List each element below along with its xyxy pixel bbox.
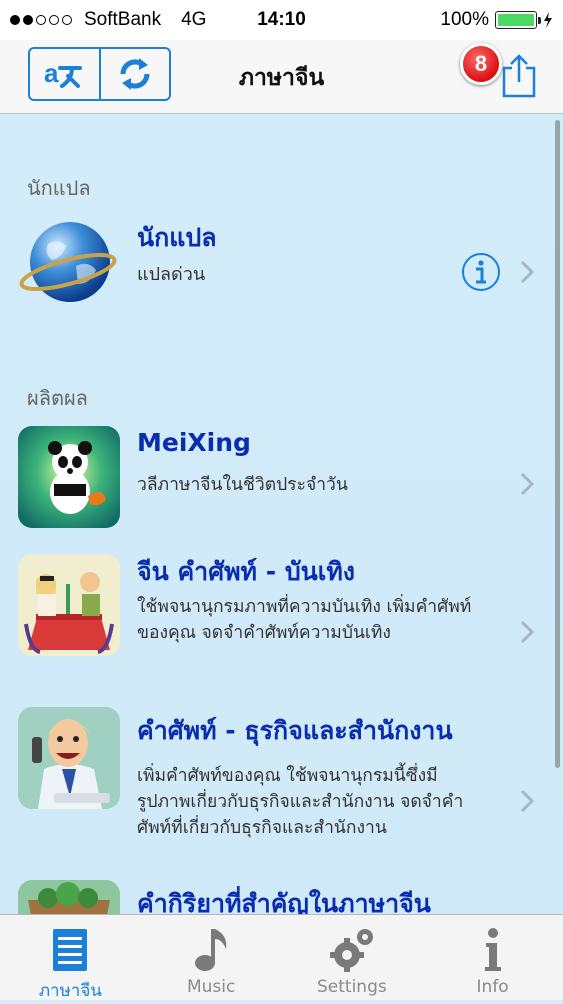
product-row-entertainment[interactable]: จีน คำศัพท์ - บันเทิง ใช้พจนานุกรมภาพที่…: [0, 542, 563, 682]
status-bar: SoftBank 4G 14:10 100%: [0, 0, 563, 40]
gear-icon: [329, 929, 373, 972]
section-header-products: ผลิตผล: [27, 386, 88, 410]
battery-percent: 100%: [440, 9, 489, 30]
plants-app-icon: [18, 880, 120, 914]
product-title: MeiXing: [137, 428, 251, 457]
restaurant-app-icon: [18, 554, 120, 656]
product-description: ใช้พจนานุกรมภาพที่ความบันเทิง เพิ่มคำศัพ…: [137, 597, 472, 643]
translator-subtitle: แปลด่วน: [137, 264, 206, 285]
info-button-icon[interactable]: [461, 252, 501, 292]
product-title: จีน คำศัพท์ - บันเทิง: [137, 557, 356, 586]
tab-music[interactable]: Music: [141, 915, 282, 1000]
notification-badge: 8: [460, 43, 502, 85]
tab-label: Info: [476, 977, 509, 997]
battery-icon: [495, 11, 541, 29]
section-header-translator: นักแปล: [27, 176, 91, 200]
music-note-icon: [195, 929, 227, 971]
product-description: วลีภาษาจีนในชีวิตประจำวัน: [137, 475, 348, 495]
list-icon: [53, 929, 88, 971]
tab-info[interactable]: Info: [422, 915, 563, 1000]
product-description: เพิ่มคำศัพท์ของคุณ ใช้พจนานุกรมนี้ซึ่งมี…: [137, 766, 464, 838]
share-icon[interactable]: [498, 50, 540, 100]
content-list[interactable]: นักแปล นักแปล แปลด่วน ผลิตผล MeiXing วลี…: [0, 114, 563, 914]
globe-icon: [19, 222, 117, 302]
navigation-bar: a ภาษาจีน 8: [0, 40, 563, 114]
product-row-verbs[interactable]: คำกิริยาที่สำคัญในภาษาจีน: [0, 874, 563, 914]
product-title: คำศัพท์ - ธุรกิจและสำนักงาน: [137, 716, 453, 745]
chevron-right-icon: [520, 620, 534, 644]
chevron-right-icon: [520, 789, 534, 813]
office-app-icon: [18, 707, 120, 809]
product-row-meixing[interactable]: MeiXing วลีภาษาจีนในชีวิตประจำวัน: [0, 414, 563, 534]
chevron-right-icon: [520, 472, 534, 496]
translator-row[interactable]: นักแปล แปลด่วน: [0, 206, 563, 326]
tab-settings[interactable]: Settings: [282, 915, 423, 1000]
tab-label: Settings: [317, 977, 387, 997]
product-title: คำกิริยาที่สำคัญในภาษาจีน: [137, 889, 431, 914]
charging-bolt-icon: [544, 12, 552, 28]
info-icon: [484, 928, 501, 971]
tab-label: Music: [186, 977, 236, 997]
translator-title: นักแปล: [137, 223, 217, 252]
chevron-right-icon: [520, 260, 534, 284]
tab-bar: ภาษาจีน Music Settings Info: [0, 914, 563, 1001]
panda-app-icon: [18, 426, 120, 528]
product-row-business[interactable]: คำศัพท์ - ธุรกิจและสำนักงาน เพิ่มคำศัพท์…: [0, 699, 563, 879]
tab-chinese[interactable]: ภาษาจีน: [0, 915, 141, 1001]
